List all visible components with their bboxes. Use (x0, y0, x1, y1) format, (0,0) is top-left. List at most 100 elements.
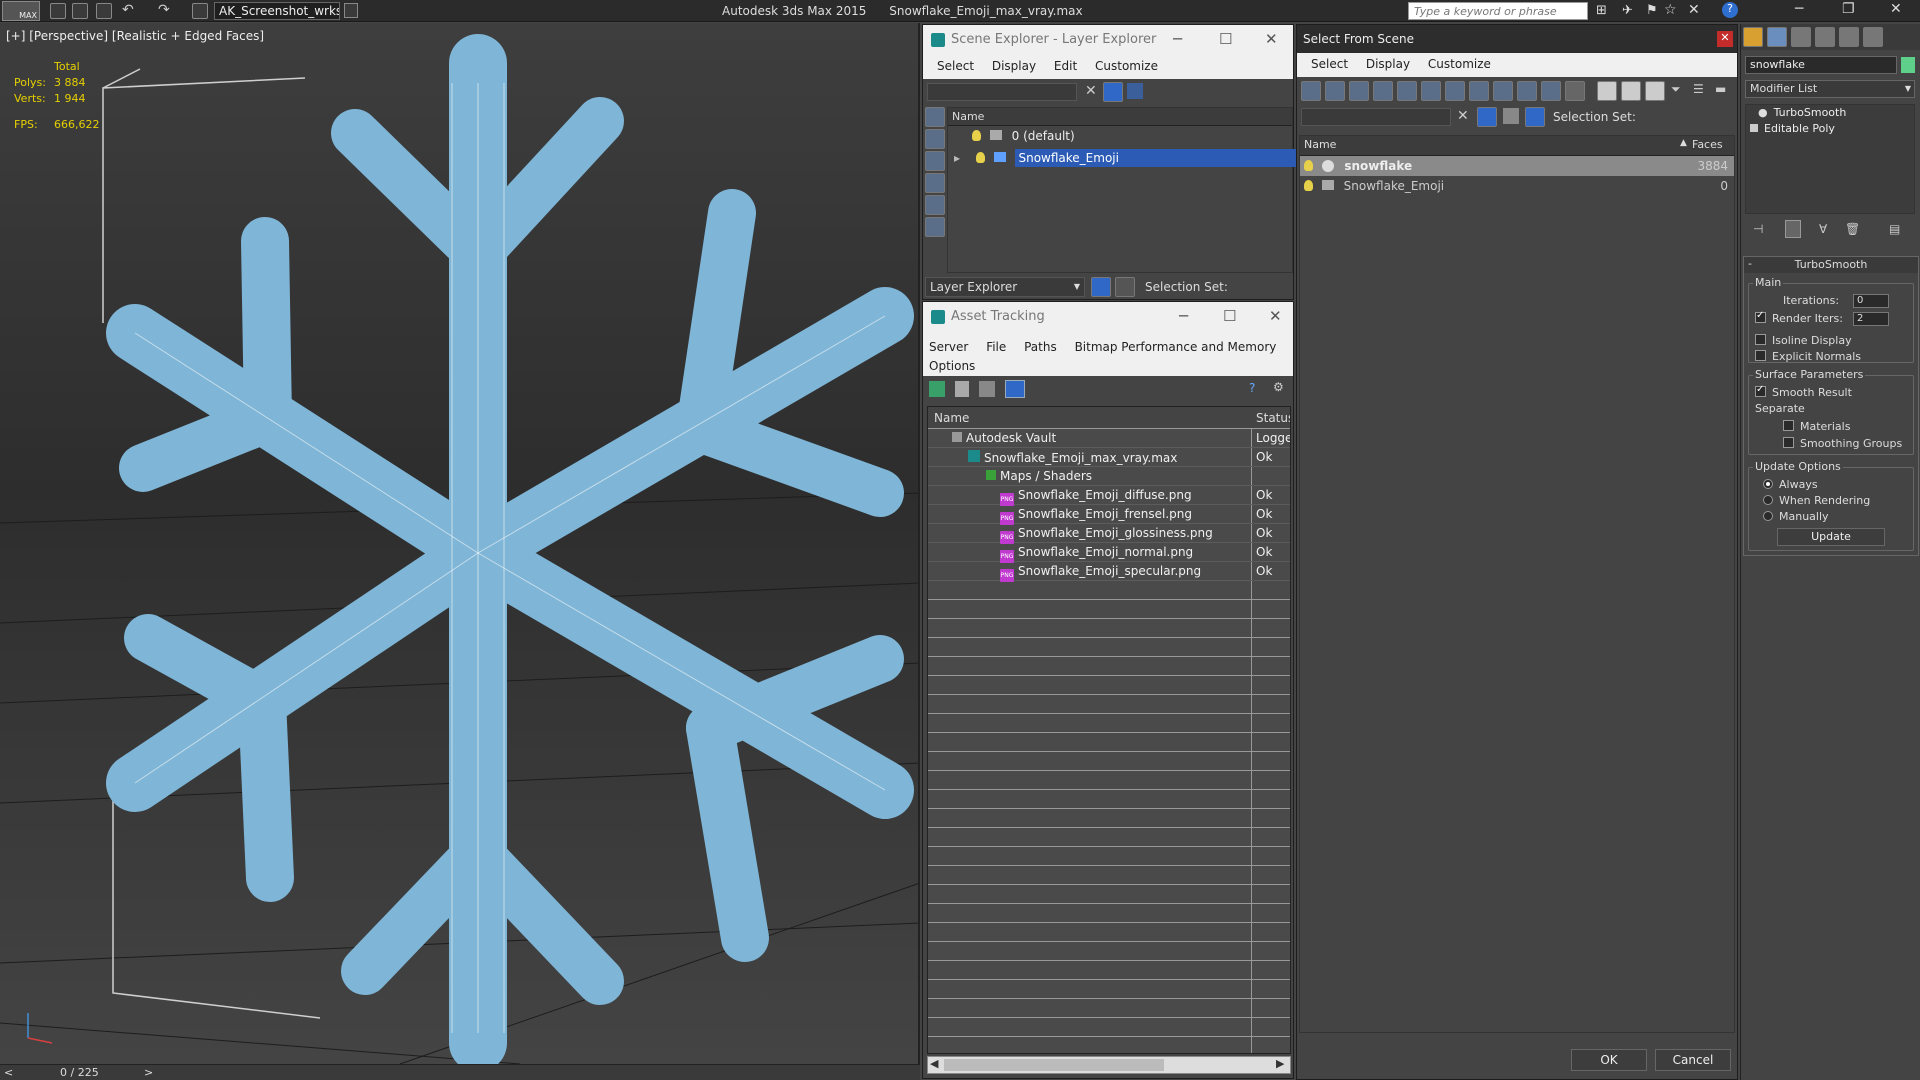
close-icon[interactable]: ✕ (1717, 31, 1733, 47)
column-name-header[interactable]: Name (948, 108, 1292, 126)
object-color-swatch[interactable] (1901, 57, 1915, 73)
filter-xrefs-icon[interactable] (1469, 81, 1489, 101)
save-file-icon[interactable] (96, 3, 112, 19)
display-spacewarps-icon[interactable] (925, 217, 945, 237)
filter-groups-icon[interactable] (1445, 81, 1465, 101)
perspective-viewport[interactable]: [+] [Perspective] [Realistic + Edged Fac… (0, 23, 920, 1064)
close-x-icon[interactable]: ✕ (1688, 2, 1700, 18)
snowflake-model[interactable] (0, 23, 920, 1064)
hierarchy-icon[interactable]: ☰ (1693, 82, 1704, 96)
utilities-tab-icon[interactable] (1863, 27, 1883, 47)
motion-tab-icon[interactable] (1815, 27, 1835, 47)
favorites-icon[interactable]: ☆ (1664, 2, 1677, 18)
horizontal-scrollbar[interactable]: ◀ ▶ (927, 1056, 1291, 1074)
light-bulb-icon[interactable] (975, 152, 985, 163)
display-lights-icon[interactable] (925, 151, 945, 171)
remove-modifier-icon[interactable]: 🗑 (1845, 222, 1860, 236)
minimize-icon[interactable]: ─ (1179, 307, 1188, 325)
help-icon[interactable]: ? (1249, 381, 1255, 395)
menu-paths[interactable]: Paths (1024, 338, 1057, 357)
menu-customize[interactable]: Customize (1428, 57, 1491, 71)
clear-search-icon[interactable]: ✕ (1457, 108, 1469, 124)
collapse-icon[interactable]: ▬ (1715, 82, 1726, 96)
menu-bitmap-performance[interactable]: Bitmap Performance and Memory (1075, 338, 1277, 357)
column-faces-header[interactable]: Faces (1692, 138, 1723, 151)
new-file-icon[interactable] (50, 3, 66, 19)
display-shapes-icon[interactable] (925, 129, 945, 149)
time-prev-button[interactable]: < (4, 1066, 13, 1079)
filter-hidden-icon[interactable] (1565, 81, 1585, 101)
smoothing-groups-checkbox[interactable] (1783, 437, 1794, 448)
layer-row-snowflake[interactable]: ▸ Snowflake_Emoji (948, 146, 1306, 167)
tools-icon[interactable]: ✈ (1622, 3, 1633, 18)
display-cameras-icon[interactable] (925, 173, 945, 193)
object-name-field[interactable]: snowflake (1745, 56, 1897, 74)
time-slider[interactable]: < 0 / 225 > (0, 1064, 920, 1080)
menu-edit[interactable]: Edit (1054, 59, 1077, 73)
light-bulb-icon[interactable] (1304, 160, 1313, 171)
hierarchy-mode-icon[interactable] (1115, 277, 1135, 297)
make-unique-icon[interactable]: ∀ (1819, 222, 1827, 236)
create-tab-icon[interactable] (1743, 27, 1763, 47)
asset-row-png[interactable]: PNG Snowflake_Emoji_normal.png Ok (928, 543, 1290, 563)
clear-search-icon[interactable]: ✕ (1085, 83, 1097, 99)
update-button[interactable]: Update (1777, 528, 1885, 546)
maximize-icon[interactable]: ☐ (1223, 307, 1236, 325)
layer-mode-icon[interactable] (1091, 277, 1111, 297)
help-icon[interactable]: ? (1722, 2, 1738, 18)
asset-row-max-file[interactable]: Snowflake_Emoji_max_vray.max Ok (928, 448, 1290, 467)
scene-explorer-search-field[interactable] (927, 83, 1077, 101)
select-all-icon[interactable] (1597, 81, 1617, 101)
menu-file[interactable]: File (986, 338, 1006, 357)
scene-search-field[interactable] (1301, 108, 1451, 126)
object-row-snowflake[interactable]: snowflake 3884 (1300, 156, 1734, 176)
display-geometry-icon[interactable] (925, 107, 945, 127)
asset-row-png[interactable]: PNG Snowflake_Emoji_diffuse.png Ok (928, 486, 1290, 506)
undo-icon[interactable]: ↶ (122, 2, 134, 18)
modify-tab-icon[interactable] (1767, 27, 1787, 47)
scroll-thumb[interactable] (944, 1059, 1164, 1071)
maximize-icon[interactable]: ☐ (1219, 30, 1232, 48)
close-icon[interactable]: ✕ (1265, 30, 1278, 48)
menu-display[interactable]: Display (1366, 57, 1410, 71)
asset-row-png[interactable]: PNG Snowflake_Emoji_specular.png Ok (928, 562, 1290, 582)
explorer-type-dropdown[interactable]: Layer Explorer ▼ (925, 277, 1085, 297)
configure-sets-icon[interactable]: ▤ (1889, 222, 1900, 236)
layer-stack-icon[interactable] (1127, 83, 1143, 99)
time-next-button[interactable]: > (144, 1066, 153, 1079)
explicit-normals-checkbox[interactable] (1755, 350, 1766, 361)
binoculars-icon[interactable]: ⊞ (1596, 3, 1607, 18)
display-tab-icon[interactable] (1839, 27, 1859, 47)
manually-radio[interactable] (1763, 511, 1773, 521)
asset-row-png[interactable]: PNG Snowflake_Emoji_frensel.png Ok (928, 505, 1290, 525)
materials-checkbox[interactable] (1783, 420, 1794, 431)
column-name-header[interactable]: Name (934, 411, 969, 425)
light-bulb-icon[interactable] (1304, 180, 1313, 191)
thumbnail-view-icon[interactable] (979, 381, 995, 397)
asset-row-maps-shaders[interactable]: Maps / Shaders (928, 467, 1290, 486)
close-window-icon[interactable]: ✕ (1890, 1, 1902, 17)
settings-icon[interactable]: ⚙ (1273, 380, 1284, 394)
filter-spacewarps-icon[interactable] (1421, 81, 1441, 101)
pin-stack-icon[interactable]: ⊣ (1753, 222, 1763, 236)
filter-lights-icon[interactable] (1349, 81, 1369, 101)
menu-select[interactable]: Select (937, 59, 974, 73)
workspace-dropdown[interactable]: AK_Screenshot_wrksp (214, 2, 340, 20)
stack-item-editable-poly[interactable]: Editable Poly (1746, 121, 1914, 137)
column-status-header[interactable]: Status (1256, 411, 1290, 425)
open-file-icon[interactable] (72, 3, 88, 19)
search-input[interactable]: Type a keyword or phrase (1408, 2, 1588, 20)
menu-display[interactable]: Display (992, 59, 1036, 73)
app-logo[interactable]: MAX (2, 1, 40, 21)
workspace-menu-icon[interactable] (344, 3, 358, 18)
render-iters-checkbox[interactable] (1755, 310, 1766, 323)
scroll-right-icon[interactable]: ▶ (1276, 1057, 1284, 1070)
display-helpers-icon[interactable] (925, 195, 945, 215)
layer-row-default[interactable]: 0 (default) (948, 126, 1292, 146)
asset-row-vault[interactable]: Autodesk Vault Logged (928, 429, 1290, 448)
menu-select[interactable]: Select (1311, 57, 1348, 71)
filter-helpers-icon[interactable] (1397, 81, 1417, 101)
minimize-icon[interactable]: ─ (1173, 30, 1182, 48)
iterations-spinner[interactable]: 0 (1853, 294, 1889, 308)
refresh-icon[interactable] (929, 381, 945, 397)
